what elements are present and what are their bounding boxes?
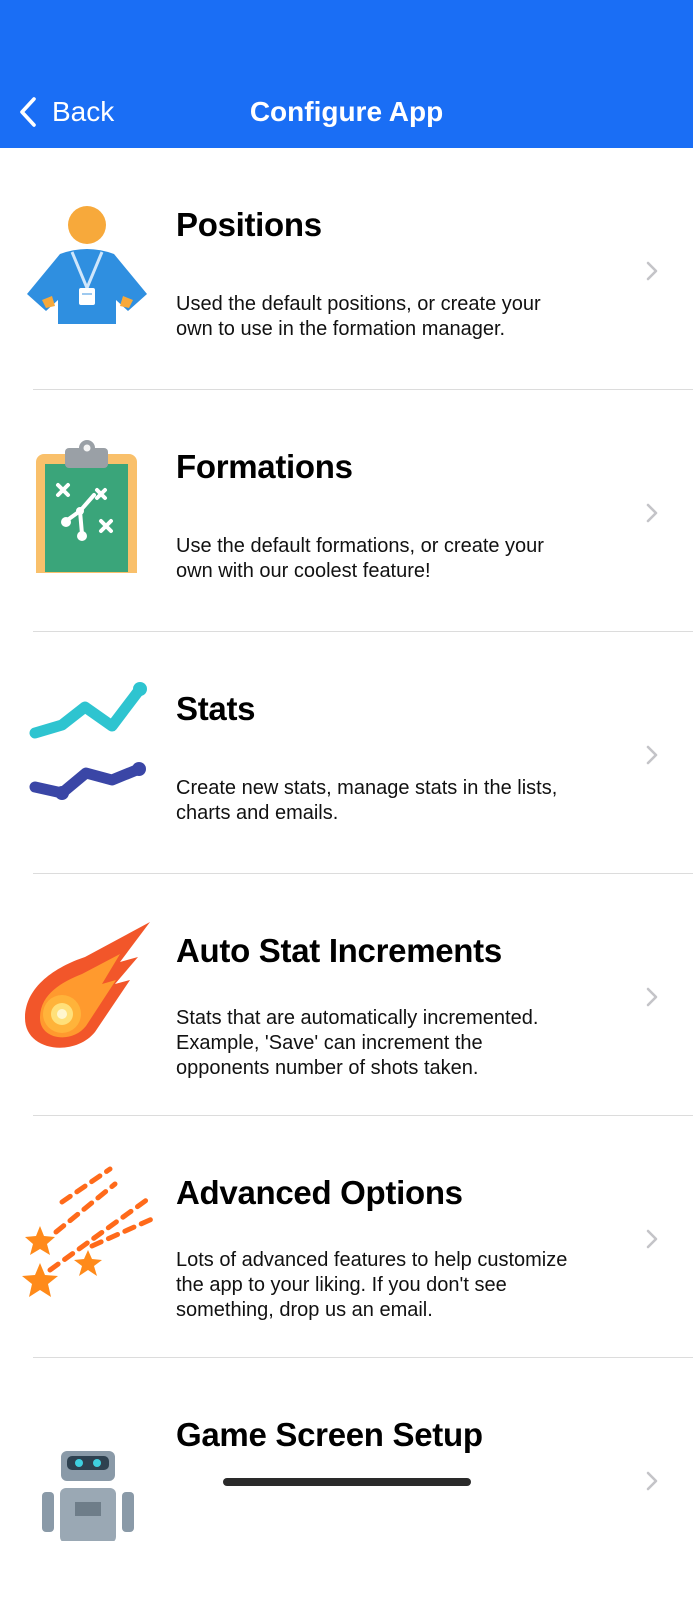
home-indicator[interactable] [223,1478,471,1486]
coach-icon [27,206,147,324]
settings-list: Positions Used the default positions, or… [0,148,693,1600]
chevron-right-icon [646,503,658,523]
chevron-right-icon [646,745,658,765]
item-title: Positions [176,206,322,243]
item-title: Stats [176,690,256,727]
chevron-right-icon [646,261,658,281]
chevron-right-icon [646,1229,658,1249]
navigation-bar: Back Configure App [0,0,693,148]
chevron-right-icon [646,987,658,1007]
item-title: Advanced Options [176,1174,463,1211]
item-description: Use the default formations, or create yo… [176,535,544,582]
list-item-formations[interactable]: Formations Use the default formations, o… [0,390,693,632]
clipboard-tactics-icon [36,440,137,573]
shooting-stars-icon [22,1166,155,1297]
list-item-positions[interactable]: Positions Used the default positions, or… [0,148,693,390]
item-title: Game Screen Setup [176,1416,483,1453]
chevron-right-icon [646,1471,658,1491]
item-title: Auto Stat Increments [176,932,502,969]
item-description: Stats that are automatically incremented… [176,1007,539,1079]
comet-icon [25,922,150,1048]
robot-icon [42,1451,134,1541]
page-title: Configure App [249,96,444,127]
line-chart-icon [29,682,147,800]
item-description: Used the default positions, or create yo… [176,293,541,340]
list-item-stats[interactable]: Stats Create new stats, manage stats in … [0,632,693,874]
item-title: Formations [176,448,353,485]
item-description: Create new stats, manage stats in the li… [176,777,558,824]
list-item-advanced-options[interactable]: Advanced Options Lots of advanced featur… [0,1116,693,1358]
list-item-auto-stat-increments[interactable]: Auto Stat Increments Stats that are auto… [0,874,693,1116]
item-description: Lots of advanced features to help custom… [176,1249,568,1321]
